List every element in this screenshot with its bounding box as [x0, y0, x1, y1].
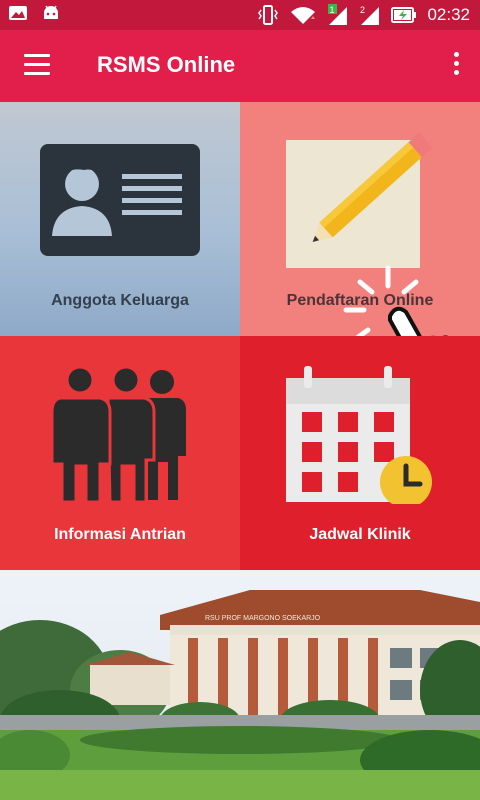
signal-sim2-icon: 2 [360, 5, 380, 25]
tile-label: Anggota Keluarga [51, 292, 189, 309]
android-notification-icon [44, 5, 58, 19]
people-queue-icon [50, 366, 186, 504]
gallery-notification-icon [9, 6, 27, 20]
tile-label: Informasi Antrian [54, 526, 186, 543]
wifi-icon [291, 7, 316, 24]
clock: 02:32 [427, 5, 470, 24]
app-title: RSMS Online [97, 52, 236, 77]
building-sign: RSU PROF MARGONO SOEKARJO [205, 615, 321, 622]
battery-charging-icon [391, 7, 417, 23]
hospital-banner-image: RSU PROF MARGONO SOEKARJO [0, 570, 480, 800]
calendar-clock-icon [286, 366, 432, 504]
vibrate-icon [258, 5, 279, 25]
id-card-icon [40, 144, 200, 256]
tile-label: Jadwal Klinik [309, 526, 411, 543]
signal-sim1-icon: 1 [328, 4, 348, 25]
tile-pendaftaran-online[interactable]: Pendaftaran Online [240, 102, 480, 410]
tile-informasi-antrian[interactable]: Informasi Antrian [0, 336, 240, 570]
tile-anggota-keluarga[interactable]: Anggota Keluarga [0, 102, 240, 336]
hamburger-menu-icon[interactable] [24, 54, 50, 76]
overflow-menu-icon[interactable] [452, 52, 460, 78]
app-bar: RSMS Online [0, 30, 480, 102]
svg-text:2: 2 [360, 5, 365, 15]
status-bar: 1 2 02:32 [0, 0, 480, 30]
tile-jadwal-klinik[interactable]: Jadwal Klinik [240, 336, 480, 570]
svg-text:1: 1 [330, 5, 335, 15]
pencil-note-icon [286, 132, 433, 268]
